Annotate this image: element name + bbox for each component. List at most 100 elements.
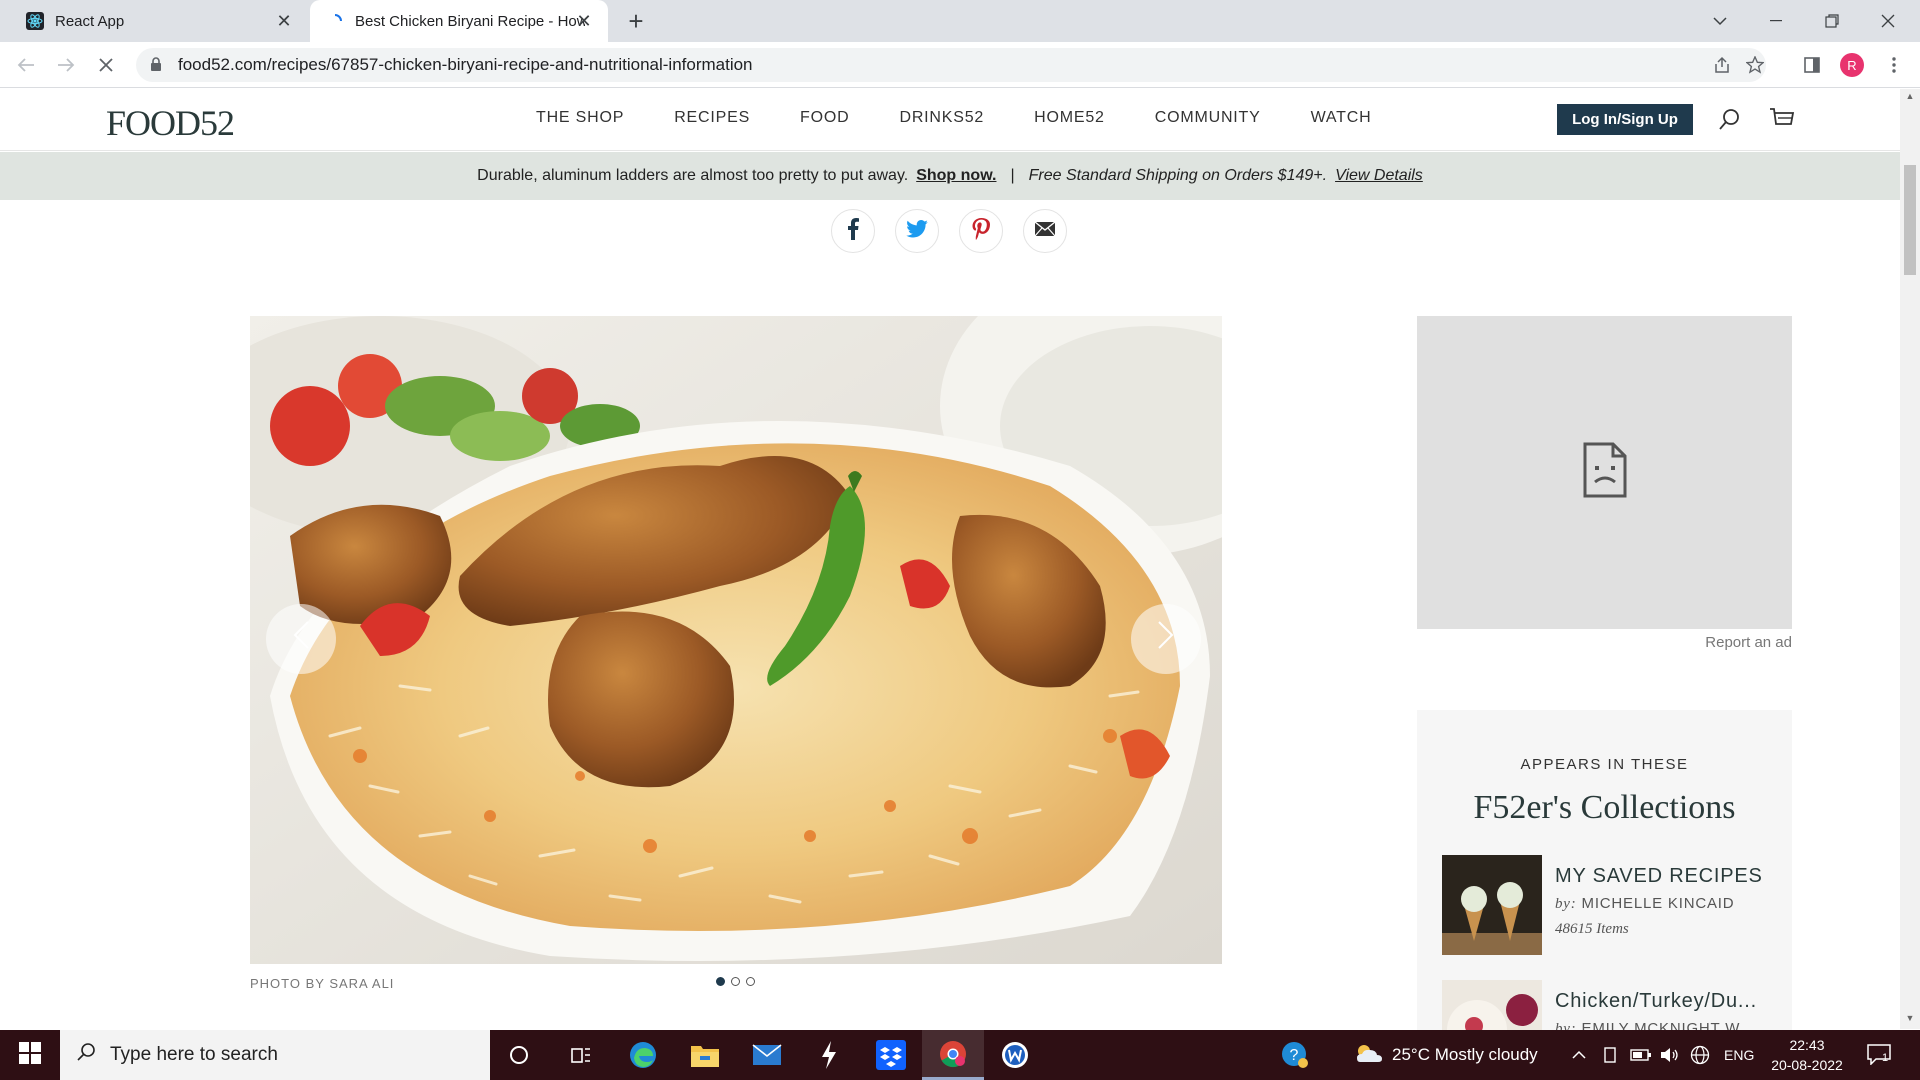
chrome-icon[interactable]: [922, 1030, 984, 1080]
network-globe-icon[interactable]: [1690, 1030, 1710, 1080]
close-window-icon[interactable]: [1860, 0, 1916, 42]
tab-biryani-recipe[interactable]: Best Chicken Biryani Recipe - How ✕: [310, 0, 608, 42]
back-icon[interactable]: [12, 51, 40, 79]
collection-thumbnail[interactable]: [1442, 855, 1542, 955]
dropbox-icon[interactable]: [860, 1030, 922, 1080]
facebook-icon: [847, 217, 859, 245]
profile-avatar[interactable]: R: [1840, 53, 1864, 77]
recipe-hero-image[interactable]: [250, 316, 1222, 964]
edge-icon[interactable]: [612, 1030, 674, 1080]
ad-placeholder[interactable]: [1417, 316, 1792, 629]
collection-item[interactable]: Chicken/Turkey/Du... by: EMILY MCKNIGHT …: [1442, 980, 1772, 1030]
url-text[interactable]: food52.com/recipes/67857-chicken-biryani…: [178, 55, 753, 75]
collection-item[interactable]: MY SAVED RECIPES by: MICHELLE KINCAID 48…: [1442, 855, 1772, 955]
clock-time: 22:43: [1789, 1037, 1825, 1053]
promo-separator: |: [1010, 167, 1015, 184]
scroll-up-icon[interactable]: ▲: [1904, 91, 1916, 103]
author-name[interactable]: EMILY MCKNIGHT W...: [1582, 1020, 1755, 1030]
food52-logo[interactable]: FOOD52: [106, 102, 235, 144]
share-page-icon[interactable]: [1711, 54, 1733, 76]
windows-start-button[interactable]: [0, 1030, 60, 1080]
notifications-button[interactable]: 1: [1866, 1030, 1894, 1080]
clock-date: 20-08-2022: [1771, 1057, 1843, 1073]
windows-taskbar: Type here to search ? 25°C Mostly cloudy: [0, 1030, 1920, 1080]
nav-drinks52[interactable]: DRINKS52: [899, 109, 984, 127]
stop-loading-icon[interactable]: [92, 51, 120, 79]
device-icon[interactable]: [1602, 1030, 1618, 1080]
address-bar[interactable]: food52.com/recipes/67857-chicken-biryani…: [136, 48, 1766, 82]
collections-eyebrow: APPEARS IN THESE: [1520, 756, 1689, 773]
minimize-icon[interactable]: [1748, 0, 1804, 42]
mail-icon[interactable]: [736, 1030, 798, 1080]
carousel-dot-3[interactable]: [746, 977, 755, 986]
collection-name[interactable]: Chicken/Turkey/Du...: [1555, 990, 1770, 1013]
taskbar-search-box[interactable]: Type here to search: [60, 1030, 490, 1080]
shipping-text: Free Standard Shipping on Orders $149+.: [1028, 167, 1328, 184]
site-header: FOOD52 THE SHOP RECIPES FOOD DRINKS52 HO…: [0, 89, 1900, 151]
file-explorer-icon[interactable]: [674, 1030, 736, 1080]
browser-toolbar: food52.com/recipes/67857-chicken-biryani…: [0, 42, 1920, 88]
tab-search-icon[interactable]: [1692, 0, 1748, 42]
pinterest-share-button[interactable]: [959, 209, 1003, 253]
task-view-icon[interactable]: [550, 1030, 612, 1080]
collection-name[interactable]: MY SAVED RECIPES: [1555, 865, 1770, 888]
page-scrollbar[interactable]: ▲ ▼: [1900, 89, 1920, 1029]
close-tab-icon[interactable]: ✕: [574, 11, 594, 32]
battery-icon[interactable]: [1630, 1030, 1652, 1080]
collection-count: 48615 Items: [1555, 921, 1629, 937]
view-details-link[interactable]: View Details: [1335, 167, 1423, 185]
nav-watch[interactable]: WATCH: [1311, 109, 1372, 127]
promo-banner: Durable, aluminum ladders are almost too…: [0, 152, 1900, 200]
shop-now-link[interactable]: Shop now.: [916, 167, 996, 185]
facebook-share-button[interactable]: [831, 209, 875, 253]
carousel-dot-2[interactable]: [731, 977, 740, 986]
scrollbar-thumb[interactable]: [1904, 165, 1916, 275]
carousel-dots: [716, 977, 761, 986]
help-icon[interactable]: ?: [1280, 1030, 1310, 1080]
report-ad-link[interactable]: Report an ad: [1600, 634, 1792, 651]
broken-document-icon: [1581, 442, 1629, 503]
promo-text: Durable, aluminum ladders are almost too…: [477, 167, 909, 184]
volume-icon[interactable]: [1660, 1030, 1680, 1080]
tab-react-app[interactable]: React App ✕: [10, 0, 308, 42]
weather-text: 25°C Mostly cloudy: [1392, 1045, 1538, 1064]
twitter-share-button[interactable]: [895, 209, 939, 253]
nav-food[interactable]: FOOD: [800, 109, 849, 127]
show-hidden-icons[interactable]: [1572, 1030, 1586, 1080]
carousel-next-button[interactable]: [1131, 604, 1201, 674]
cart-icon[interactable]: [1768, 105, 1796, 133]
collection-thumbnail[interactable]: [1442, 980, 1542, 1030]
collection-author: by: EMILY MCKNIGHT W...: [1555, 1020, 1754, 1030]
menu-kebab-icon[interactable]: [1880, 51, 1908, 79]
nav-the-shop[interactable]: THE SHOP: [536, 109, 624, 127]
weather-widget[interactable]: 25°C Mostly cloudy: [1354, 1030, 1538, 1080]
power-automate-icon[interactable]: [798, 1030, 860, 1080]
email-share-button[interactable]: [1023, 209, 1067, 253]
author-name[interactable]: MICHELLE KINCAID: [1582, 895, 1735, 912]
side-panel-icon[interactable]: [1798, 51, 1826, 79]
restore-icon[interactable]: [1804, 0, 1860, 42]
nav-community[interactable]: COMMUNITY: [1155, 109, 1261, 127]
close-tab-icon[interactable]: ✕: [274, 11, 294, 32]
weather-cloud-icon: [1354, 1042, 1384, 1069]
search-icon[interactable]: [1716, 105, 1744, 133]
collection-author: by: MICHELLE KINCAID: [1555, 895, 1734, 913]
tab-title: Best Chicken Biryani Recipe - How: [355, 12, 585, 30]
new-tab-button[interactable]: +: [622, 8, 650, 36]
nav-recipes[interactable]: RECIPES: [674, 109, 750, 127]
language-indicator[interactable]: ENG: [1724, 1030, 1754, 1080]
word-app-icon[interactable]: [984, 1030, 1046, 1080]
lock-icon[interactable]: [150, 57, 164, 73]
carousel-prev-button[interactable]: [266, 604, 336, 674]
clock[interactable]: 22:43 20-08-2022: [1764, 1035, 1850, 1075]
cortana-icon[interactable]: [488, 1030, 550, 1080]
by-label: by:: [1555, 896, 1577, 912]
carousel-dot-1[interactable]: [716, 977, 725, 986]
forward-icon[interactable]: [52, 51, 80, 79]
bookmark-star-icon[interactable]: [1744, 54, 1766, 76]
pinterest-icon: [972, 217, 990, 245]
scroll-down-icon[interactable]: ▼: [1904, 1013, 1916, 1025]
nav-home52[interactable]: HOME52: [1034, 109, 1105, 127]
login-signup-button[interactable]: Log In/Sign Up: [1557, 104, 1693, 135]
chevron-left-icon: [292, 620, 310, 659]
